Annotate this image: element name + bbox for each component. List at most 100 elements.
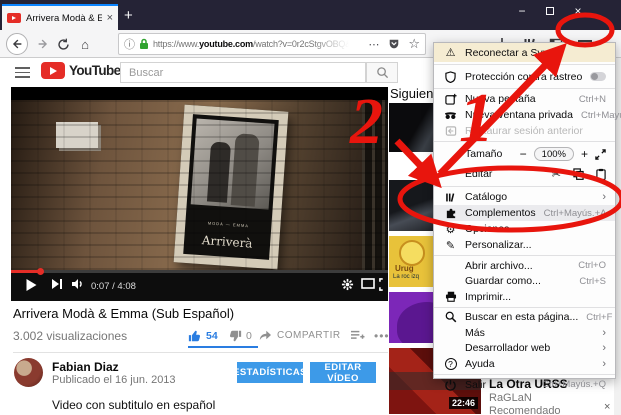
paste-icon[interactable]: [596, 168, 606, 180]
thumb3-text: La roc izq: [393, 274, 420, 280]
menu-item-shortcut: Ctrl+S: [579, 275, 606, 287]
fullscreen-button[interactable]: [379, 278, 388, 291]
url-bar[interactable]: ⓘ https://www.youtube.com/watch?v=0r2cSt…: [118, 33, 426, 55]
window-close-button[interactable]: ×: [566, 0, 590, 22]
menu-item-options[interactable]: ⚙ Opciones: [434, 221, 615, 237]
window-minimize-button[interactable]: −: [510, 0, 534, 22]
youtube-guide-menu-icon[interactable]: [15, 67, 30, 78]
tab-close-icon[interactable]: ×: [107, 12, 113, 24]
cut-icon[interactable]: ✂: [552, 168, 561, 181]
menu-item-help[interactable]: ? Ayuda ›: [434, 356, 615, 372]
menu-item-tracking-protection[interactable]: Protección contra rastreo: [434, 67, 615, 86]
thumb3-text: Urug: [395, 264, 414, 273]
search-button[interactable]: [366, 62, 398, 83]
bookmark-star-icon[interactable]: ☆: [408, 36, 420, 52]
volume-button[interactable]: [71, 278, 85, 290]
home-icon: ⌂: [81, 36, 89, 52]
pocket-icon[interactable]: [388, 38, 400, 50]
home-button[interactable]: ⌂: [74, 33, 96, 55]
menu-separator: [434, 64, 615, 65]
menu-item-shortcut: Ctrl+O: [578, 260, 606, 272]
menu-item-label: Restaurar sesión anterior: [465, 125, 583, 137]
menu-item-web-developer[interactable]: Desarrollador web ›: [434, 341, 615, 357]
menu-item-shortcut: Ctrl+N: [578, 93, 606, 105]
copy-icon[interactable]: [573, 168, 584, 180]
menu-item-save-as[interactable]: Guardar como... Ctrl+S: [434, 274, 615, 290]
more-actions-icon[interactable]: •••: [374, 329, 390, 343]
menu-item-label: Personalizar...: [465, 239, 532, 251]
like-count: 54: [206, 330, 218, 342]
search-icon: [444, 311, 457, 324]
youtube-logo[interactable]: YouTube: [41, 62, 121, 79]
browser-titlebar: Arrivera Modà & Emma (Sub E × + − ×: [0, 0, 621, 30]
dismiss-icon[interactable]: ×: [604, 401, 610, 413]
search-input[interactable]: [120, 62, 366, 83]
zoom-out-button[interactable]: −: [520, 147, 527, 161]
menu-item-addons[interactable]: Complementos Ctrl+Mayús.+A: [434, 205, 615, 221]
blank-icon: [444, 342, 457, 355]
pencil-icon: ✎: [445, 239, 456, 252]
miniplayer-button[interactable]: [361, 278, 375, 289]
https-lock-icon[interactable]: [139, 38, 149, 50]
menu-item-shortcut: Ctrl+F: [586, 311, 613, 323]
channel-avatar[interactable]: [14, 358, 43, 387]
question-mark: ?: [444, 357, 457, 370]
youtube-favicon-icon: [7, 13, 21, 23]
menu-item-new-tab[interactable]: Nueva pestaña Ctrl+N: [434, 91, 615, 107]
publish-date: Publicado el 16 jun. 2013: [52, 374, 176, 386]
page-actions-icon[interactable]: ⋯: [368, 38, 380, 51]
menu-item-more[interactable]: Más ›: [434, 325, 615, 341]
power-icon: [444, 378, 457, 391]
restore-icon: [546, 7, 554, 15]
blank-icon: [444, 275, 457, 288]
page-info-icon[interactable]: ⓘ: [124, 36, 135, 52]
back-button[interactable]: [6, 33, 28, 55]
next-button[interactable]: [51, 278, 63, 290]
window-restore-button[interactable]: [538, 0, 562, 22]
tracking-toggle-off[interactable]: [590, 72, 606, 81]
share-label: COMPARTIR: [277, 329, 341, 341]
reload-icon: [57, 38, 69, 50]
menu-item-print[interactable]: Imprimir...: [434, 289, 615, 305]
zoom-level[interactable]: 100%: [533, 147, 574, 161]
restore-session-icon: [444, 125, 457, 138]
channel-name[interactable]: Fabian Diaz: [52, 360, 119, 374]
play-button[interactable]: [25, 278, 38, 292]
reload-button[interactable]: [52, 33, 74, 55]
menu-item-label: Opciones: [465, 223, 510, 235]
zoom-in-button[interactable]: +: [581, 147, 588, 161]
private-mask-icon: [444, 109, 457, 122]
poster-title: Arriverà: [201, 233, 253, 251]
menu-item-label: Desarrollador web: [465, 342, 551, 355]
like-button[interactable]: 54: [188, 329, 218, 343]
duration-badge: 22:46: [448, 397, 478, 409]
library-books-icon: [444, 191, 457, 204]
menu-item-open-file[interactable]: Abrir archivo... Ctrl+O: [434, 258, 615, 274]
share-button[interactable]: COMPARTIR: [258, 329, 341, 341]
menu-item-customize[interactable]: ✎ Personalizar...: [434, 237, 615, 253]
video-poster-photo: [190, 118, 275, 210]
forward-button[interactable]: [32, 33, 54, 55]
dislike-button[interactable]: 0: [228, 329, 252, 343]
menu-item-label: Salir: [465, 378, 487, 391]
menu-item-find-in-page[interactable]: Buscar en esta página... Ctrl+F: [434, 310, 615, 326]
add-to-playlist-button[interactable]: [350, 329, 365, 342]
menu-item-label: Nueva pestaña: [465, 93, 536, 105]
statistics-button[interactable]: ESTADÍSTICAS: [233, 362, 306, 383]
progress-scrubber[interactable]: [37, 268, 44, 275]
menu-item-new-private-window[interactable]: Nueva ventana privada Ctrl+Mayús.+P: [434, 107, 621, 123]
menu-item-shortcut: Ctrl+Mayús.+Q: [542, 379, 606, 390]
menu-item-reconnect-sync[interactable]: ⚠ Reconectar a Sync: [434, 43, 615, 62]
video-lamp-box: [56, 122, 98, 148]
new-tab-button[interactable]: +: [124, 8, 133, 23]
video-player[interactable]: MODÀ — EMMA Arriverà 0:07 / 4:08: [11, 87, 388, 301]
menu-item-library[interactable]: Catálogo ›: [434, 189, 615, 205]
edit-video-button[interactable]: EDITAR VÍDEO: [310, 362, 376, 384]
progress-bar[interactable]: [11, 268, 388, 275]
back-arrow-icon: [12, 39, 22, 49]
menu-item-quit[interactable]: Salir Ctrl+Mayús.+Q: [434, 377, 615, 393]
youtube-logo-text: YouTube: [69, 63, 121, 78]
settings-button[interactable]: [341, 278, 354, 291]
browser-tab-active[interactable]: Arrivera Modà & Emma (Sub E ×: [2, 4, 118, 30]
fullscreen-toggle-icon[interactable]: [595, 148, 606, 160]
